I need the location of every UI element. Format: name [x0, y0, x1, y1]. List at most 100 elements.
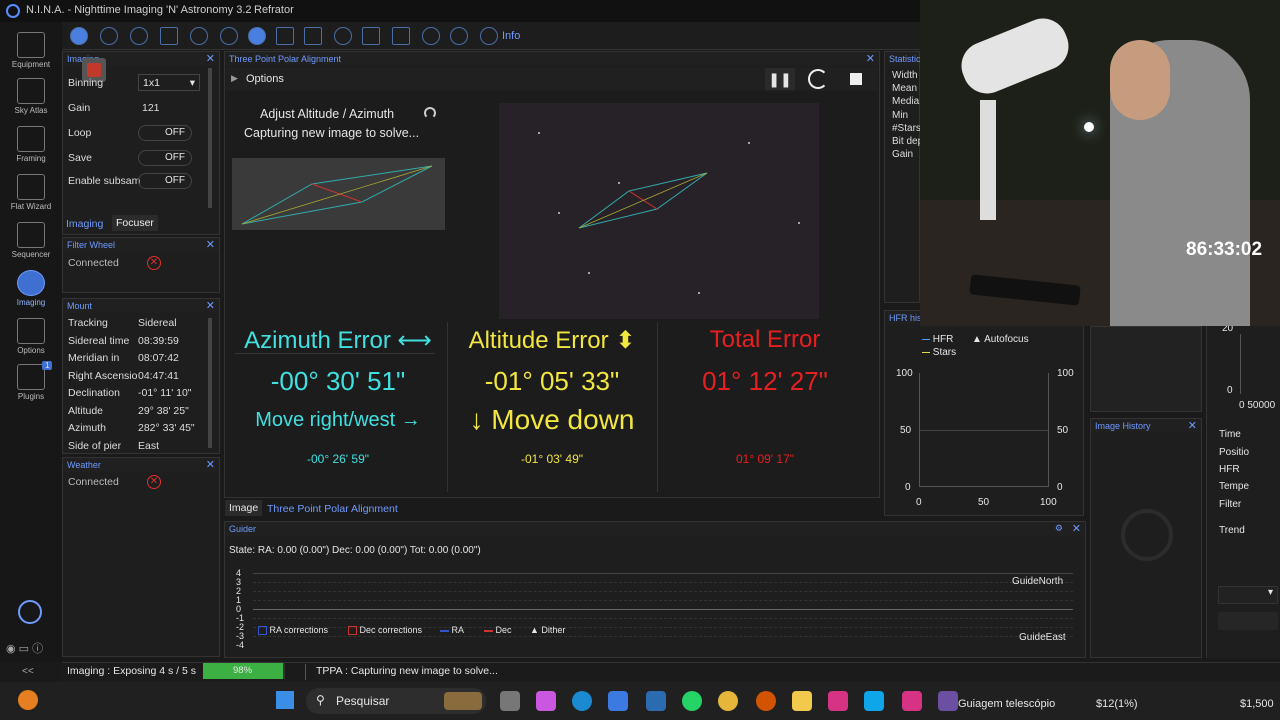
- ticker-change: $12(1%): [1096, 698, 1138, 710]
- altitude-error-value: -01° 05' 33": [484, 366, 620, 396]
- nav-sky-atlas[interactable]: Sky Atlas: [0, 78, 62, 115]
- chart-tool-icon[interactable]: [392, 27, 410, 45]
- legend-dec: Dec: [484, 625, 512, 635]
- list-tool-icon[interactable]: [276, 27, 294, 45]
- close-icon[interactable]: ✕: [1188, 419, 1197, 432]
- sliders-tool-icon[interactable]: [304, 27, 322, 45]
- tab-three-point-polar-alignment[interactable]: Three Point Polar Alignment: [267, 503, 398, 515]
- tppa-title: Three Point Polar Alignment: [229, 54, 342, 64]
- telescope-tool-icon[interactable]: [220, 27, 238, 45]
- tppa-options-toggle[interactable]: Options: [246, 73, 284, 85]
- footer-icons[interactable]: ◉ ▭ ⓘ: [6, 640, 43, 656]
- focuser-tool-icon[interactable]: [130, 27, 148, 45]
- info-tab[interactable]: Info: [502, 30, 520, 42]
- refresh-icon[interactable]: [808, 69, 828, 89]
- chrome-icon[interactable]: [718, 691, 738, 711]
- chevron-down-icon: ▾: [189, 77, 195, 89]
- weather-status: Connected: [68, 476, 119, 488]
- guide-graph-tool-icon[interactable]: [422, 27, 440, 45]
- camera-tool-icon[interactable]: [70, 27, 88, 45]
- start-autofocus-button[interactable]: [1218, 612, 1278, 630]
- nav-equipment[interactable]: Equipment: [0, 32, 62, 69]
- crosshair-tool-icon[interactable]: [160, 27, 178, 45]
- gear-icon: [17, 318, 45, 344]
- app-purple-icon[interactable]: [938, 691, 958, 711]
- guider-state: State: RA: 0.00 (0.00") Dec: 0.00 (0.00"…: [229, 545, 481, 556]
- hfr-plot-area: [919, 373, 1049, 487]
- disconnected-icon[interactable]: ✕: [147, 256, 161, 270]
- right-panel-label: Time: [1219, 429, 1241, 440]
- tab-focuser[interactable]: Focuser: [112, 215, 158, 231]
- save-toggle[interactable]: OFF: [138, 150, 192, 166]
- sequencer-icon: [17, 222, 45, 248]
- shield-tool-icon[interactable]: [480, 27, 498, 45]
- puzzle-icon: [17, 364, 45, 390]
- nav-options[interactable]: Options: [0, 318, 62, 355]
- weather-widget-icon[interactable]: [18, 690, 38, 710]
- hfr-ytick-right: 50: [1057, 425, 1069, 436]
- nav-flat-wizard[interactable]: Flat Wizard: [0, 174, 62, 211]
- total-error-title: Total Error: [709, 326, 821, 353]
- right-cut-panel: [1206, 326, 1280, 658]
- total-error-value: 01° 12' 27": [702, 366, 828, 396]
- mount-scrollbar[interactable]: [208, 318, 212, 448]
- flat-wizard-icon: [17, 174, 45, 200]
- guide-north-label: GuideNorth: [1012, 576, 1064, 587]
- close-icon[interactable]: ✕: [866, 52, 875, 65]
- gain-input[interactable]: 121: [142, 102, 160, 114]
- edge-icon[interactable]: [572, 691, 592, 711]
- mount-row-label: Declination: [68, 387, 120, 399]
- weather-title: Weather: [67, 460, 101, 470]
- nav-plugins[interactable]: Plugins: [0, 364, 62, 401]
- settings-icon[interactable]: ⚙: [1055, 523, 1063, 534]
- whatsapp-icon[interactable]: [682, 691, 702, 711]
- nav-framing[interactable]: Framing: [0, 126, 62, 163]
- origin-icon[interactable]: [756, 691, 776, 711]
- close-icon[interactable]: ✕: [206, 458, 215, 471]
- tppa-status: TPPA : Capturing new image to solve...: [316, 665, 498, 677]
- dome-tool-icon[interactable]: [334, 27, 352, 45]
- nav-imaging[interactable]: Imaging: [0, 270, 62, 307]
- taskbar-window-title[interactable]: Guiagem telescópio: [958, 698, 1055, 710]
- target-tool-icon[interactable]: [248, 27, 266, 45]
- rotator-tool-icon[interactable]: [190, 27, 208, 45]
- filter-wheel-tool-icon[interactable]: [100, 27, 118, 45]
- imaging-toolbar: Info: [62, 22, 920, 50]
- tab-image[interactable]: Image: [225, 500, 263, 516]
- binning-select[interactable]: 1x1 ▾: [138, 74, 200, 91]
- power-icon[interactable]: [18, 600, 42, 624]
- pause-button[interactable]: ❚❚: [765, 68, 795, 90]
- observatory-tool-icon[interactable]: [362, 27, 380, 45]
- copilot-icon[interactable]: [536, 691, 556, 711]
- app-pink2-icon[interactable]: [902, 691, 922, 711]
- tab-imaging[interactable]: Imaging: [66, 218, 103, 230]
- disconnected-icon[interactable]: ✕: [147, 475, 161, 489]
- store-icon[interactable]: [608, 691, 628, 711]
- windows-start-icon[interactable]: [276, 691, 294, 709]
- statistics-label: Min: [892, 109, 909, 121]
- lightbulb-tool-icon[interactable]: [450, 27, 468, 45]
- imaging-icon: [17, 270, 45, 296]
- app-pink-icon[interactable]: [828, 691, 848, 711]
- app-blue-icon[interactable]: [864, 691, 884, 711]
- close-icon[interactable]: ✕: [206, 299, 215, 312]
- stop-icon[interactable]: [850, 73, 862, 85]
- nav-sequencer[interactable]: Sequencer: [0, 222, 62, 259]
- collapse-nav-icon[interactable]: <<: [22, 666, 34, 677]
- subsample-toggle[interactable]: OFF: [138, 173, 192, 189]
- imaging-panel-scrollbar[interactable]: [208, 68, 212, 208]
- close-icon[interactable]: ✕: [1072, 522, 1081, 535]
- nina-logo-icon: [6, 4, 20, 18]
- mount-row-label: Right Ascensio: [68, 369, 138, 382]
- close-icon[interactable]: ✕: [206, 52, 215, 65]
- task-view-icon[interactable]: [500, 691, 520, 711]
- loop-toggle[interactable]: OFF: [138, 125, 192, 141]
- mount-row-value: 08:39:59: [138, 334, 179, 347]
- chevron-right-icon[interactable]: ▶: [231, 73, 238, 84]
- guider-ytick: -4: [236, 640, 245, 650]
- close-icon[interactable]: ✕: [206, 238, 215, 251]
- file-explorer-icon[interactable]: [792, 691, 812, 711]
- taskbar-search[interactable]: ⚲ Pesquisar: [306, 688, 486, 714]
- right-select[interactable]: ▾: [1218, 586, 1278, 604]
- app-icon[interactable]: [646, 691, 666, 711]
